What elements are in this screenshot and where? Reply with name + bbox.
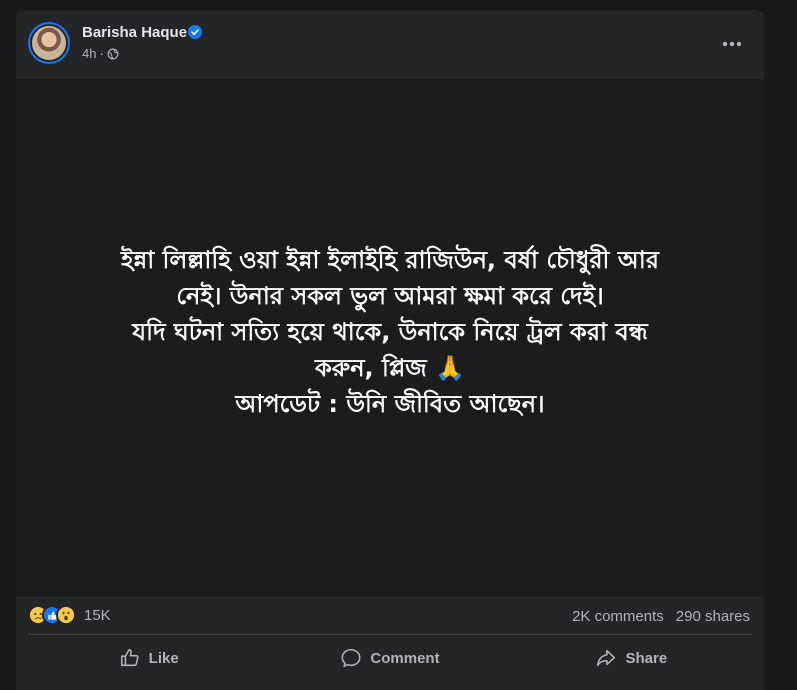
ellipsis-icon	[722, 41, 742, 47]
post-card: Barisha Haque 4h · ইন্না লিল্লাহি ওয়া ই…	[16, 10, 764, 690]
wow-reaction-icon	[56, 605, 76, 625]
divider	[28, 634, 752, 635]
post-content: ইন্না লিল্লাহি ওয়া ইন্না ইলাইহি রাজিউন,…	[16, 79, 764, 597]
author-name[interactable]: Barisha Haque	[82, 24, 187, 41]
comments-count[interactable]: 2K comments	[572, 608, 664, 625]
share-button[interactable]: Share	[511, 638, 752, 678]
comment-bubble-icon	[341, 648, 361, 668]
like-label: Like	[148, 649, 179, 667]
like-button[interactable]: Like	[28, 638, 269, 678]
meta-separator: ·	[99, 46, 104, 61]
reactions-summary[interactable]: 15K	[28, 605, 111, 625]
comment-label: Comment	[370, 649, 440, 667]
share-label: Share	[625, 649, 668, 667]
post-meta: 4h ·	[82, 46, 119, 61]
share-arrow-icon	[597, 649, 616, 667]
post-text: ইন্না লিল্লাহি ওয়া ইন্না ইলাইহি রাজিউন,…	[121, 246, 659, 418]
post-header: Barisha Haque 4h ·	[16, 10, 764, 79]
avatar-image	[30, 24, 68, 62]
more-options-button[interactable]	[714, 26, 750, 62]
shares-count[interactable]: 290 shares	[676, 608, 750, 625]
action-bar: Like Comment Share	[28, 638, 752, 678]
thumbs-up-icon	[120, 648, 139, 667]
reaction-count[interactable]: 15K	[84, 607, 111, 624]
verified-badge-icon	[188, 25, 202, 39]
post-time[interactable]: 4h	[82, 46, 96, 61]
engagement-stats: 2K comments 290 shares	[572, 608, 750, 625]
globe-icon[interactable]	[107, 48, 119, 60]
comment-button[interactable]: Comment	[269, 638, 510, 678]
avatar[interactable]	[28, 22, 70, 64]
